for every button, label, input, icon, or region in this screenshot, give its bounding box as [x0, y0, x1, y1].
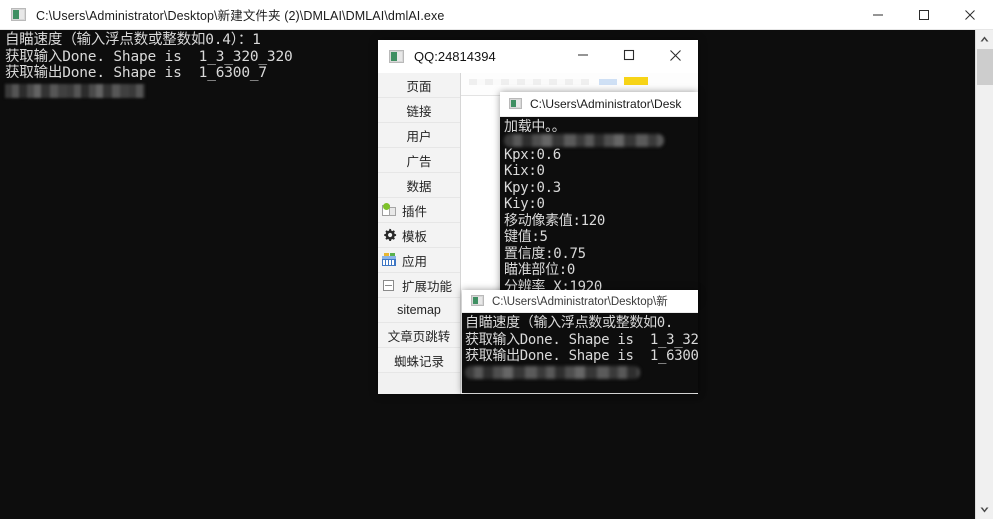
console-line: 移动像素值:120 [504, 213, 698, 230]
toolbar-highlight-badge [624, 77, 648, 85]
sidebar-item-label: 应用 [402, 251, 427, 270]
scrollbar-thumb[interactable] [977, 49, 993, 85]
inner-console-1-title: C:\Users\Administrator\Desk [530, 97, 681, 111]
qq-sidebar: 页面 链接 用户 广告 数据 插件 [378, 73, 461, 394]
qq-window-title: QQ:24814394 [414, 49, 496, 64]
console-line: 键值:5 [504, 229, 698, 246]
console-line: Kix:0 [504, 163, 698, 180]
sidebar-item-label: 扩展功能 [402, 276, 452, 295]
plugin-icon [382, 203, 397, 218]
maximize-button[interactable] [901, 0, 947, 30]
sidebar-item-pages[interactable]: 页面 [378, 73, 460, 98]
console-app-icon [11, 7, 27, 23]
console-line: Kiy:0 [504, 196, 698, 213]
minimize-button[interactable] [855, 0, 901, 30]
sidebar-item-label: 蜘蛛记录 [394, 351, 444, 370]
sidebar-item-label: 页面 [406, 76, 431, 95]
redacted-text-block [465, 366, 640, 379]
sidebar-item-extensions[interactable]: 扩展功能 [378, 273, 460, 298]
qq-close-button[interactable] [652, 40, 698, 70]
toolbar-placeholder [469, 79, 589, 85]
app-icon [382, 253, 397, 268]
qq-minimize-button[interactable] [560, 40, 606, 70]
sidebar-item-links[interactable]: 链接 [378, 98, 460, 123]
sidebar-item-label: 插件 [402, 201, 427, 220]
gear-icon [382, 228, 397, 243]
sidebar-item-spider-log[interactable]: 蜘蛛记录 [378, 348, 460, 373]
sidebar-item-label: 数据 [406, 176, 431, 195]
redacted-text-block [504, 134, 664, 147]
main-window-controls [855, 0, 993, 30]
sidebar-item-plugins[interactable]: 插件 [378, 198, 460, 223]
sidebar-item-article-redirect[interactable]: 文章页跳转 [378, 323, 460, 348]
inner-console-2-output[interactable]: 自瞄速度（输入浮点数或整数如0. 获取输入Done. Shape is 1_3_… [462, 313, 698, 393]
console-line: 置信度:0.75 [504, 246, 698, 263]
console-app-icon [509, 97, 523, 111]
sidebar-item-apps[interactable]: 应用 [378, 248, 460, 273]
sidebar-item-label: 文章页跳转 [388, 326, 451, 345]
sidebar-item-ads[interactable]: 广告 [378, 148, 460, 173]
console-line: 获取输出Done. Shape is 1_6300 [465, 348, 698, 365]
console-app-icon [471, 294, 485, 308]
inner-console-window-2: C:\Users\Administrator\Desktop\新 自瞄速度（输入… [462, 290, 698, 393]
redacted-text-block [5, 84, 145, 98]
inner-console-window-1: C:\Users\Administrator\Desk 加载中。。 Kpx:0.… [500, 92, 698, 303]
console-line: 获取输入Done. Shape is 1_3_32 [465, 332, 698, 349]
scroll-up-arrow-icon[interactable] [976, 30, 993, 48]
vertical-scrollbar[interactable] [975, 30, 993, 519]
qq-titlebar[interactable]: QQ:24814394 [378, 40, 698, 73]
console-line: Kpx:0.6 [504, 147, 698, 164]
toolbar-link [599, 79, 617, 85]
sidebar-item-label: 用户 [406, 126, 431, 145]
console-line: 自瞄速度（输入浮点数或整数如0. [465, 315, 698, 332]
sidebar-item-label: 链接 [406, 101, 431, 120]
expand-icon [382, 278, 397, 293]
scroll-down-arrow-icon[interactable] [976, 501, 993, 519]
inner-console-1-titlebar[interactable]: C:\Users\Administrator\Desk [500, 92, 698, 117]
main-titlebar[interactable]: C:\Users\Administrator\Desktop\新建文件夹 (2)… [0, 0, 993, 30]
qq-window-controls [560, 40, 698, 70]
inner-console-1-output[interactable]: 加载中。。 Kpx:0.6 Kix:0 Kpy:0.3 Kiy:0 移动像素值:… [500, 117, 698, 303]
sidebar-item-label: 模板 [402, 226, 427, 245]
main-window-title: C:\Users\Administrator\Desktop\新建文件夹 (2)… [36, 5, 444, 24]
sidebar-item-templates[interactable]: 模板 [378, 223, 460, 248]
sidebar-item-users[interactable]: 用户 [378, 123, 460, 148]
inner-console-2-title: C:\Users\Administrator\Desktop\新 [492, 293, 668, 309]
sidebar-item-label: 广告 [406, 151, 431, 170]
close-button[interactable] [947, 0, 993, 30]
sidebar-item-label: sitemap [397, 303, 441, 317]
inner-console-2-titlebar[interactable]: C:\Users\Administrator\Desktop\新 [462, 290, 698, 313]
console-line: Kpy:0.3 [504, 180, 698, 197]
sidebar-item-data[interactable]: 数据 [378, 173, 460, 198]
console-line: 瞄准部位:0 [504, 262, 698, 279]
sidebar-item-sitemap[interactable]: sitemap [378, 298, 460, 323]
qq-maximize-button[interactable] [606, 40, 652, 70]
console-app-icon [389, 49, 405, 65]
